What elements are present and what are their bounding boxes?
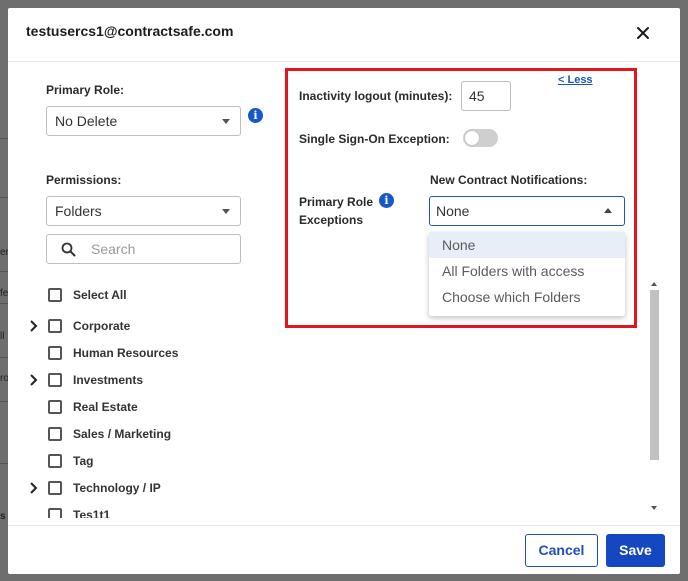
permissions-label: Permissions:	[46, 173, 122, 187]
select-all-row[interactable]: Select All	[28, 285, 248, 305]
chevron-right-icon[interactable]	[28, 318, 40, 334]
folder-item[interactable]: Corporate	[28, 316, 248, 336]
folder-checkbox[interactable]	[48, 481, 62, 495]
folder-search-box	[46, 234, 241, 264]
modal-footer: Cancel Save	[8, 525, 680, 574]
close-button[interactable]	[630, 20, 656, 46]
close-icon	[637, 27, 649, 39]
primary-role-exceptions-line2: Exceptions	[299, 213, 364, 227]
folder-checkbox[interactable]	[48, 373, 62, 387]
info-icon[interactable]: i	[248, 108, 263, 123]
inactivity-logout-input[interactable]	[461, 81, 511, 111]
scroll-thumb[interactable]	[650, 290, 659, 460]
modal-header: testusercs1@contractsafe.com	[8, 8, 680, 62]
folder-label: Tes1t1	[73, 508, 111, 518]
folder-checkbox[interactable]	[48, 454, 62, 468]
new-contract-notifications-select[interactable]: None	[429, 196, 625, 226]
sso-exception-toggle[interactable]	[463, 129, 498, 147]
folder-checkbox[interactable]	[48, 319, 62, 333]
folder-checkbox[interactable]	[48, 427, 62, 441]
folder-checkbox[interactable]	[48, 400, 62, 414]
scroll-up-arrow-icon[interactable]	[651, 282, 657, 286]
folder-checkbox[interactable]	[48, 508, 62, 518]
chevron-down-icon	[222, 119, 230, 124]
less-link[interactable]: < Less	[558, 74, 593, 86]
folder-item[interactable]: Tag	[28, 451, 248, 471]
inactivity-logout-label: Inactivity logout (minutes):	[299, 89, 453, 103]
select-all-checkbox[interactable]	[48, 288, 62, 302]
search-icon	[61, 242, 76, 257]
dropdown-option-none[interactable]: None	[429, 232, 625, 258]
folder-label: Investments	[73, 373, 144, 387]
cancel-button[interactable]: Cancel	[525, 534, 598, 567]
folder-item[interactable]: Technology / IP	[28, 478, 248, 498]
permissions-select[interactable]: Folders	[46, 196, 241, 226]
chevron-right-icon[interactable]	[28, 480, 40, 496]
folder-label: Human Resources	[73, 346, 179, 360]
primary-role-select[interactable]: No Delete	[46, 106, 241, 136]
save-button[interactable]: Save	[606, 534, 665, 567]
new-contract-notifications-label: New Contract Notifications:	[430, 173, 588, 187]
dropdown-option-all-folders[interactable]: All Folders with access	[429, 258, 625, 284]
backdrop-text-fragment: ll	[0, 331, 5, 342]
folder-item[interactable]: Investments	[28, 370, 248, 390]
notifications-dropdown-menu: None All Folders with access Choose whic…	[429, 232, 625, 316]
primary-role-exceptions-line1: Primary Role	[299, 195, 374, 209]
folder-label: Technology / IP	[73, 481, 161, 495]
backdrop-divider	[0, 357, 8, 358]
backdrop-divider	[0, 303, 8, 304]
primary-role-value: No Delete	[55, 113, 118, 129]
notifications-select-value: None	[436, 203, 470, 219]
backdrop-divider	[0, 271, 8, 272]
folder-item[interactable]: Real Estate	[28, 397, 248, 417]
folder-search-input[interactable]	[89, 239, 229, 259]
folder-label: Tag	[73, 454, 94, 468]
modal-title: testusercs1@contractsafe.com	[26, 23, 234, 39]
folder-item[interactable]: Human Resources	[28, 343, 248, 363]
chevron-right-icon[interactable]	[28, 372, 40, 388]
vertical-scrollbar[interactable]	[648, 276, 661, 514]
folder-item-clipped[interactable]: Tes1t1	[28, 506, 248, 518]
backdrop-divider	[0, 401, 8, 402]
folder-checkbox[interactable]	[48, 346, 62, 360]
select-all-label: Select All	[73, 288, 127, 302]
folder-label: Real Estate	[73, 400, 138, 414]
sso-exception-label: Single Sign-On Exception:	[299, 132, 450, 146]
folder-label: Sales / Marketing	[73, 427, 172, 441]
backdrop-divider	[0, 197, 8, 198]
backdrop-divider	[0, 138, 8, 139]
permissions-value: Folders	[55, 203, 102, 219]
folder-label: Corporate	[73, 319, 131, 333]
folder-item[interactable]: Sales / Marketing	[28, 424, 248, 444]
backdrop-text-fragment: s	[0, 511, 6, 522]
toggle-knob	[465, 131, 479, 145]
info-icon[interactable]: i	[379, 193, 394, 208]
primary-role-label: Primary Role:	[46, 83, 125, 97]
scroll-down-arrow-icon[interactable]	[651, 506, 657, 510]
chevron-up-icon	[604, 208, 612, 213]
edit-user-modal: testusercs1@contractsafe.com Primary Rol…	[8, 8, 680, 574]
chevron-down-icon	[222, 209, 230, 214]
backdrop-divider	[0, 463, 8, 464]
primary-role-exceptions-label: Primary Role Exceptions	[299, 193, 373, 229]
dropdown-option-choose-folders[interactable]: Choose which Folders	[429, 284, 625, 310]
